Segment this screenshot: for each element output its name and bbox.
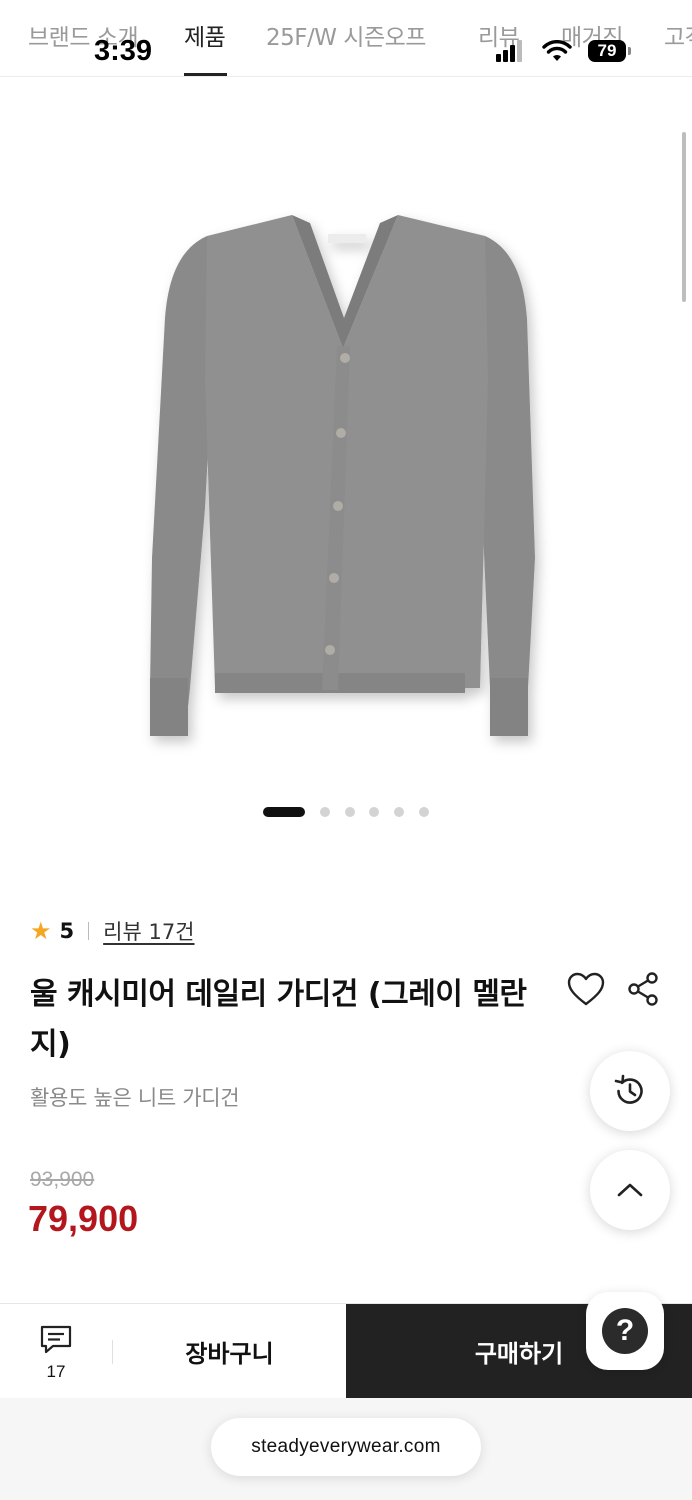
carousel-dot[interactable] [419,807,429,817]
history-icon [614,1074,643,1104]
help-button[interactable]: ? [586,1292,664,1370]
heart-icon [567,972,605,1006]
chevron-up-icon [617,1183,643,1197]
share-icon [628,972,658,1006]
rating-score: 5 [59,919,75,943]
recently-viewed-button[interactable] [590,1051,670,1131]
carousel-dot[interactable] [394,807,404,817]
tab-customer[interactable]: 고객 [664,18,692,52]
battery-indicator: 79 [588,40,626,62]
sale-price: 79,900 [28,1198,139,1239]
divider [88,922,90,940]
original-price: 93,900 [30,1168,95,1191]
product-title: 울 캐시미어 데일리 가디건 (그레이 멜란지) [30,977,527,1062]
url-bar[interactable]: steadyeverywear.com [211,1418,481,1476]
tab-season-off[interactable]: 25F/W 시즌오프 [266,18,426,52]
status-time: 3:39 [94,35,153,67]
tab-products[interactable]: 제품 [184,18,226,52]
review-count-link[interactable]: 리뷰 17건 [103,916,194,946]
like-button[interactable] [566,970,606,1010]
carousel-dot[interactable] [345,807,355,817]
wifi-icon [542,40,572,61]
review-comment-button[interactable]: 17 [20,1322,92,1384]
comment-count: 17 [46,1362,66,1381]
add-to-cart-button[interactable]: 장바구니 [113,1304,346,1399]
battery-cap [628,47,631,55]
carousel-dot[interactable] [320,807,330,817]
signal-icon [496,40,522,62]
chat-icon [40,1325,72,1354]
carousel-dot-active[interactable] [263,807,305,817]
rating-row: ★ 5 리뷰 17건 [30,915,195,947]
scroll-top-button[interactable] [590,1150,670,1230]
share-button[interactable] [626,971,662,1007]
active-tab-indicator [184,73,227,76]
product-image[interactable] [0,78,692,838]
carousel-indicator [0,806,692,818]
carousel-dot[interactable] [369,807,379,817]
star-icon: ★ [30,917,52,945]
product-subtitle: 활용도 높은 니트 가디건 [30,1086,240,1110]
question-icon: ? [602,1308,648,1354]
